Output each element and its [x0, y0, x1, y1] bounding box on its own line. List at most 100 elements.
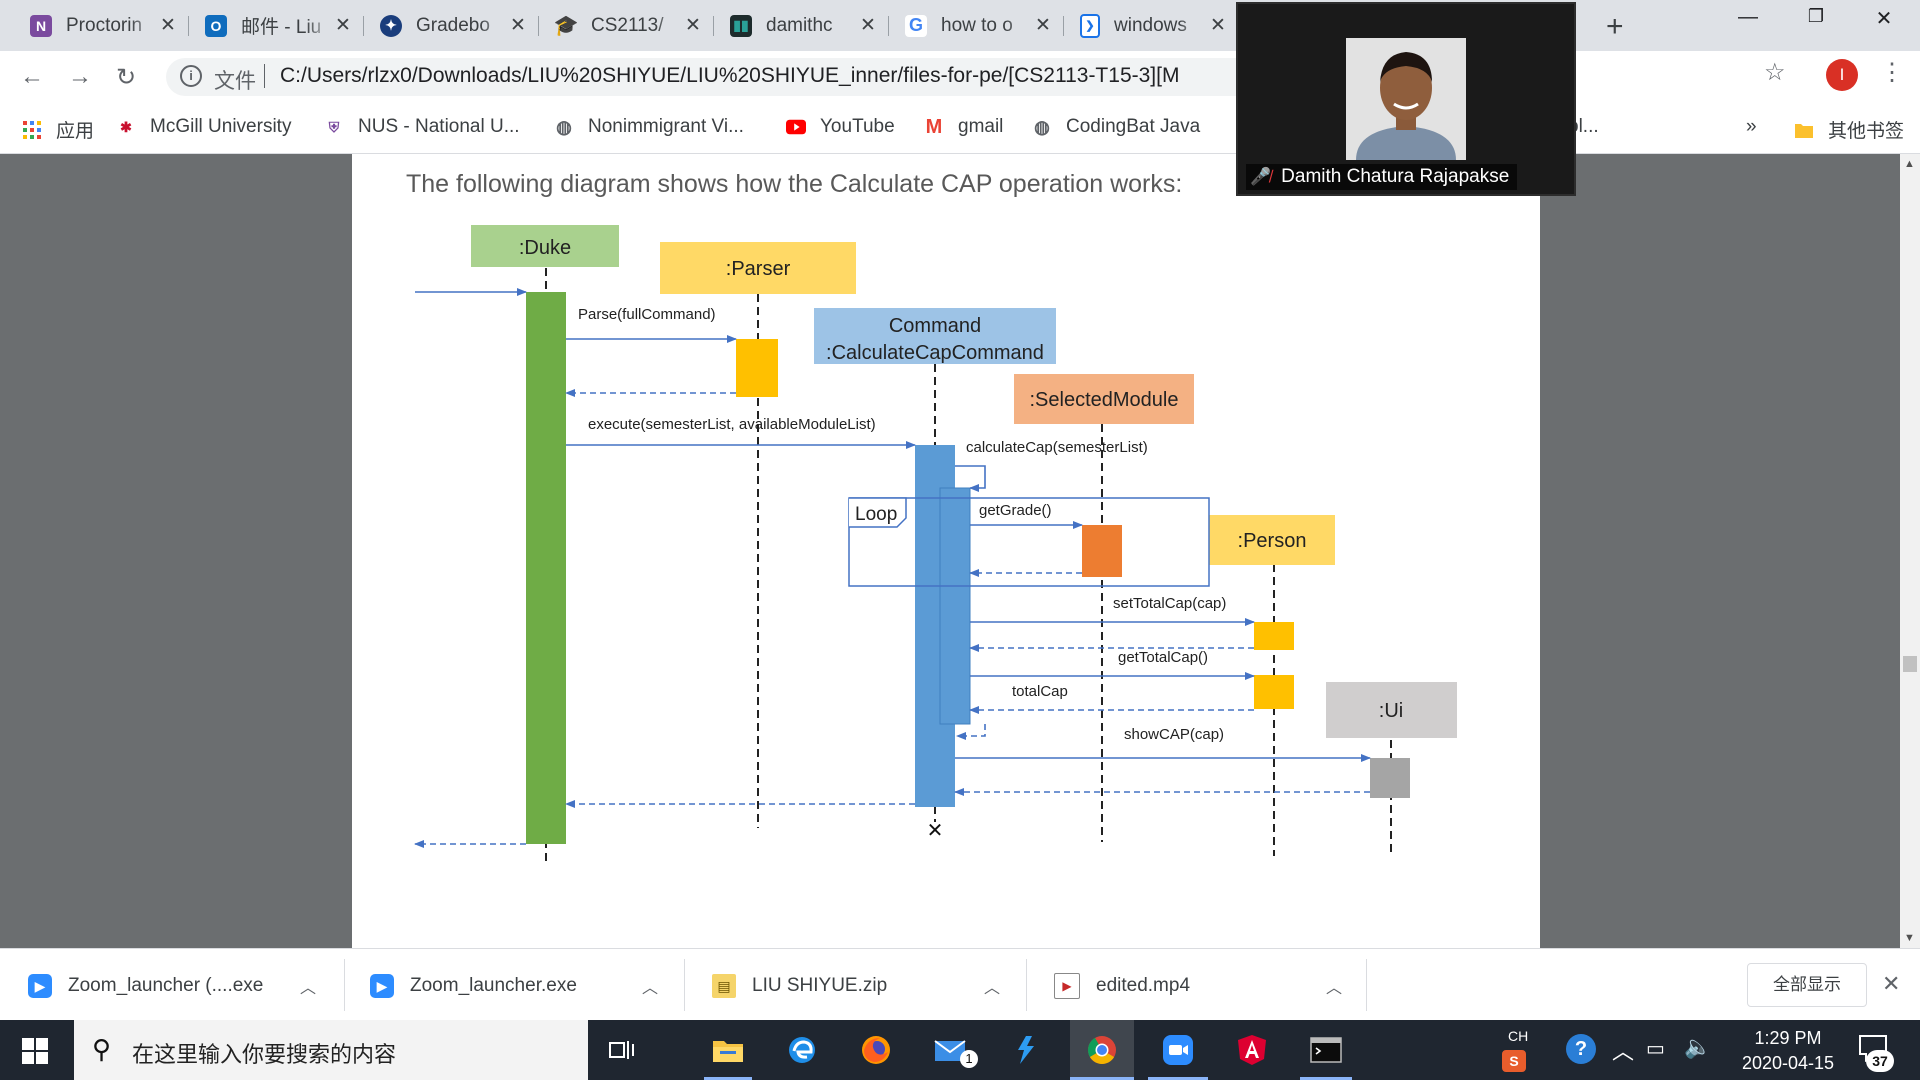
chrome-icon[interactable] [1084, 1032, 1120, 1068]
parser-label: :Parser [726, 258, 791, 280]
tab-gradebook[interactable]: ✦ Gradebo ✕ [380, 8, 528, 43]
close-icon[interactable]: ✕ [333, 14, 353, 37]
edge-icon[interactable] [784, 1032, 820, 1068]
close-icon[interactable]: ✕ [1033, 14, 1053, 37]
forward-button[interactable]: → [68, 63, 92, 91]
scrollbar-thumb[interactable] [1903, 656, 1917, 672]
address-url[interactable]: C:/Users/rlzx0/Downloads/LIU%20SHIYUE/LI… [280, 64, 1179, 88]
bookmark-nus[interactable]: ⛨ NUS - National U... [324, 116, 520, 138]
angular-icon[interactable] [1234, 1032, 1270, 1068]
zoom-taskbar-icon[interactable] [1160, 1032, 1196, 1068]
tab-mail[interactable]: O 邮件 - Liu ✕ [205, 8, 353, 43]
close-icon[interactable]: ✕ [508, 14, 528, 37]
download-separator [684, 959, 685, 1011]
download-filename: Zoom_launcher.exe [410, 975, 577, 996]
tab-proctoring[interactable]: N Proctorin ✕ [30, 8, 178, 43]
total-cap-message-label: totalCap [1012, 683, 1068, 700]
document-viewport[interactable]: The following diagram shows how the Calc… [0, 154, 1900, 948]
bookmarks-overflow-button[interactable]: » [1746, 116, 1757, 138]
scroll-down-icon[interactable]: ▼ [1904, 932, 1915, 944]
get-total-cap-message-label: getTotalCap() [1118, 649, 1208, 666]
bookmark-youtube[interactable]: YouTube [786, 116, 895, 138]
show-all-downloads-button[interactable]: 全部显示 [1747, 963, 1867, 1007]
download-filename: Zoom_launcher (....exe [68, 975, 264, 996]
tab-cs2113[interactable]: 🎓 CS2113/ ✕ [554, 8, 703, 43]
bookmark-label: 应用 [56, 121, 95, 142]
taskbar-search-box[interactable]: ⚲ 在这里输入你要搜索的内容 [74, 1020, 588, 1080]
volume-icon[interactable]: 🔈 [1684, 1034, 1711, 1060]
vertical-scrollbar[interactable]: ▲ ▼ [1900, 154, 1920, 948]
clock-time[interactable]: 1:29 PM [1736, 1028, 1840, 1049]
bookmark-other[interactable]: 其他书签 [1794, 116, 1904, 143]
terminal-icon[interactable] [1308, 1032, 1344, 1068]
profile-avatar[interactable]: I [1826, 59, 1858, 91]
sequence-diagram: :Duke :Parser Command :CalculateCapComma… [414, 225, 1457, 866]
tab-title: windows [1114, 14, 1187, 36]
chevron-up-icon[interactable]: ︿ [300, 974, 316, 998]
set-total-cap-message-label: setTotalCap(cap) [1113, 595, 1226, 612]
download-item[interactable]: ▶ Zoom_launcher.exe ︿ [370, 969, 670, 1003]
task-view-icon[interactable] [604, 1032, 640, 1068]
tab-title: how to o [941, 14, 1013, 36]
close-shelf-icon[interactable]: ✕ [1882, 971, 1900, 997]
bookmark-codingbat[interactable]: ◍ CodingBat Java [1032, 116, 1200, 138]
back-button[interactable]: ← [20, 63, 44, 91]
browser-toolbar: ← → ↻ i 文件 C:/Users/rlzx0/Downloads/LIU%… [0, 51, 1920, 104]
tab-damithc[interactable]: ▮▮ damithc ✕ [730, 8, 878, 43]
close-icon[interactable]: ✕ [858, 14, 878, 37]
ime-indicator[interactable]: CH [1508, 1028, 1528, 1044]
chevron-up-icon[interactable]: ︿ [642, 974, 658, 998]
clock-date[interactable]: 2020-04-15 [1728, 1053, 1848, 1074]
nus-crest-icon: ⛨ [328, 118, 340, 135]
tab-separator [1063, 16, 1064, 36]
info-icon[interactable]: i [180, 65, 202, 87]
restore-button[interactable]: ❐ [1796, 6, 1836, 27]
window-close-button[interactable]: ✕ [1864, 6, 1904, 31]
gradebook-icon: ✦ [380, 14, 402, 37]
bookmark-nonimmigrant[interactable]: ◍ Nonimmigrant Vi... [554, 116, 744, 138]
apps-grid-icon [22, 120, 42, 140]
zoom-video-window[interactable]: 🎤̸ Damith Chatura Rajapakse [1236, 2, 1576, 196]
chevron-up-icon[interactable]: ︿ [1612, 1034, 1634, 1066]
bookmark-mcgill[interactable]: ✱ McGill University [116, 116, 291, 138]
sogou-ime-icon[interactable]: S [1502, 1050, 1526, 1072]
command-label-line2: :CalculateCapCommand [826, 342, 1044, 364]
chevron-up-icon[interactable]: ︿ [984, 974, 1000, 998]
bookmark-label: NUS - National U... [358, 116, 520, 137]
visual-studio-icon[interactable] [1008, 1032, 1044, 1068]
tab-google-search[interactable]: G how to o ✕ [905, 8, 1053, 43]
tab-separator [188, 16, 189, 36]
help-icon[interactable]: ? [1566, 1034, 1596, 1064]
firefox-icon[interactable] [858, 1032, 894, 1068]
bookmark-label: CodingBat Java [1066, 116, 1201, 137]
document-page: The following diagram shows how the Calc… [352, 154, 1540, 948]
calculate-cap-return-arrow [956, 724, 986, 740]
download-filename: LIU SHIYUE.zip [752, 975, 888, 996]
close-icon[interactable]: ✕ [683, 14, 703, 37]
search-placeholder: 在这里输入你要搜索的内容 [132, 1042, 397, 1067]
minimize-button[interactable]: — [1728, 6, 1768, 29]
tab-title: damithc [766, 14, 833, 36]
file-explorer-icon[interactable] [710, 1032, 746, 1068]
tab-windows[interactable]: ❯ windows ✕ [1080, 8, 1228, 43]
download-item[interactable]: ▶ edited.mp4 ︿ [1054, 969, 1354, 1003]
browser-menu-icon[interactable]: ⋮ [1880, 58, 1904, 87]
scroll-up-icon[interactable]: ▲ [1904, 158, 1915, 170]
download-item[interactable]: ▶ Zoom_launcher (....exe ︿ [28, 969, 328, 1003]
bookmark-apps[interactable]: 应用 [22, 116, 94, 143]
windows-start-icon[interactable] [22, 1038, 48, 1064]
tab-title: CS2113/ [591, 14, 664, 36]
close-icon[interactable]: ✕ [158, 14, 178, 37]
windows-taskbar: ⚲ 在这里输入你要搜索的内容 1 CH S ? ︿ ▭ 🔈 1:29 PM 20… [0, 1020, 1920, 1080]
download-item[interactable]: ▤ LIU SHIYUE.zip ︿ [712, 969, 1012, 1003]
chevron-up-icon[interactable]: ︿ [1326, 974, 1342, 998]
battery-icon[interactable]: ▭ [1646, 1036, 1665, 1061]
ui-activation [1370, 758, 1410, 798]
new-tab-button[interactable]: + [1606, 10, 1624, 44]
reload-button[interactable]: ↻ [116, 63, 136, 92]
participant-name: Damith Chatura Rajapakse [1281, 166, 1510, 187]
bookmark-star-icon[interactable]: ☆ [1764, 58, 1786, 87]
bookmark-gmail[interactable]: M gmail [924, 116, 1004, 138]
close-icon[interactable]: ✕ [1208, 14, 1228, 37]
tab-separator [538, 16, 539, 36]
